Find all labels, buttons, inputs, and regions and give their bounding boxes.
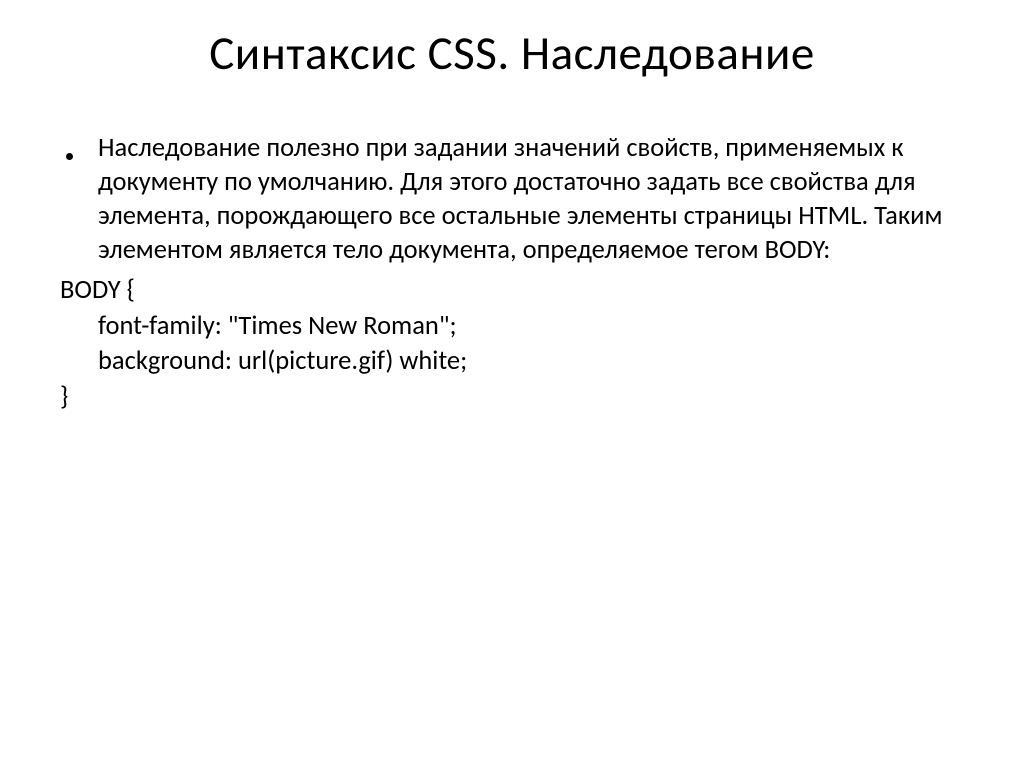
slide-content: Наследование полезно при задании значени…	[60, 132, 964, 415]
code-line-1: BODY {	[60, 274, 964, 308]
code-line-2: font-family: "Times New Roman";	[60, 310, 964, 344]
slide-title: Синтаксис CSS. Наследование	[60, 24, 964, 82]
code-line-3: background: url(picture.gif) white;	[60, 345, 964, 379]
bullet-text: Наследование полезно при задании значени…	[98, 132, 964, 268]
bullet-marker-icon	[60, 132, 98, 166]
code-line-4: }	[60, 381, 964, 415]
bullet-item: Наследование полезно при задании значени…	[60, 132, 964, 268]
